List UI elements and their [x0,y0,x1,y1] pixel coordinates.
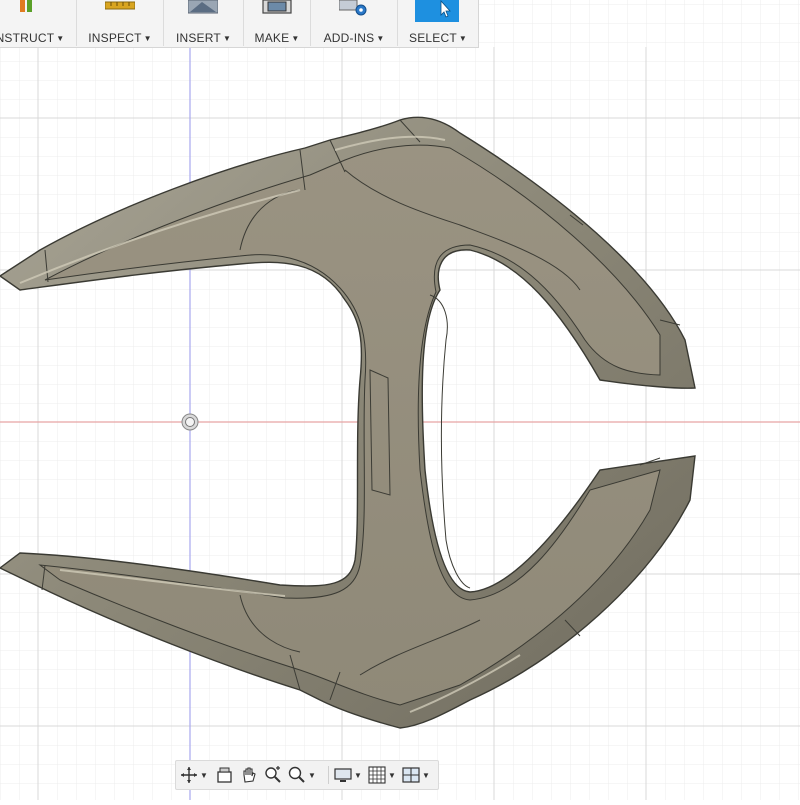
construct-plane-icon [20,0,32,12]
zoom-window-icon [265,766,281,783]
grid-settings-icon [368,766,386,784]
look-at-icon [217,767,232,783]
canvas-viewport[interactable] [0,0,800,800]
viewports-icon [402,767,420,783]
toolbar-group-select[interactable]: SELECT ▼ [398,0,478,47]
navbar-divider [328,766,329,784]
pan-hand-icon [243,767,256,783]
toolbar-group-construct[interactable]: NSTRUCT ▼ [0,0,70,47]
toolbar-group-inspect[interactable]: INSPECT ▼ [77,0,163,47]
measure-icon [105,1,135,10]
orbit-button[interactable]: ▼ [180,765,208,785]
select-cursor-icon [415,0,459,22]
viewports-button[interactable]: ▼ [402,765,430,785]
toolbar-group-add-ins[interactable]: ADD-INS ▼ [311,0,397,47]
chevron-down-icon: ▼ [354,770,362,780]
make-3d-print-icon [262,0,292,14]
chevron-down-icon: ▼ [422,770,430,780]
insert-image-icon [188,0,218,14]
toolbar-group-insert[interactable]: INSERT ▼ [164,0,243,47]
chevron-down-icon: ▼ [308,770,316,780]
pan-button[interactable] [240,765,258,785]
look-at-button[interactable] [216,765,234,785]
zoom-window-button[interactable] [264,765,282,785]
toolbar-label-select: SELECT ▼ [408,31,467,45]
display-settings-icon [334,768,352,782]
fit-zoom-icon [288,766,305,783]
origin-marker[interactable] [181,413,199,431]
grid-settings-button[interactable]: ▼ [368,765,396,785]
toolbar-label-add-ins: ADD-INS ▼ [323,31,385,45]
toolbar-label-construct: NSTRUCT ▼ [0,31,65,45]
toolbar-label-make: MAKE ▼ [254,31,300,45]
model-canvas[interactable] [0,0,800,800]
toolbar-group-make[interactable]: MAKE ▼ [244,0,310,47]
display-settings-button[interactable]: ▼ [334,765,362,785]
chevron-down-icon: ▼ [200,770,208,780]
add-ins-gear-icon [339,0,367,16]
navigation-bar: ▼ ▼ ▼ ▼ ▼ [175,760,439,790]
fit-zoom-button[interactable]: ▼ [288,765,316,785]
orbit-icon [181,767,197,783]
main-toolbar: NSTRUCT ▼ INSPECT ▼ INSERT ▼ MAKE ▼ ADD-… [0,0,479,48]
toolbar-label-inspect: INSPECT ▼ [88,31,152,45]
toolbar-label-insert: INSERT ▼ [175,31,232,45]
chevron-down-icon: ▼ [388,770,396,780]
